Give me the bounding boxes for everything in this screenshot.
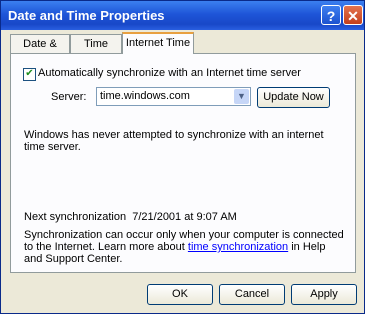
- tab-date-time[interactable]: Date & Time: [10, 34, 70, 68]
- next-sync-label: Next synchronization: [24, 211, 127, 223]
- chevron-down-icon[interactable]: ▼: [234, 89, 249, 104]
- help-button[interactable]: ?: [321, 5, 341, 25]
- server-combobox[interactable]: time.windows.com ▼: [96, 87, 251, 106]
- next-sync-row: Next synchronization 7/21/2001 at 9:07 A…: [24, 211, 237, 223]
- update-now-button[interactable]: Update Now: [257, 87, 330, 108]
- apply-button[interactable]: Apply: [291, 284, 357, 305]
- info-text: Synchronization can occur only when your…: [24, 229, 346, 265]
- window-title: Date and Time Properties: [8, 8, 165, 23]
- server-value: time.windows.com: [100, 90, 190, 102]
- title-bar[interactable]: Date and Time Properties ? ✕: [1, 1, 364, 30]
- dialog-window: Date and Time Properties ? ✕ Date & Time…: [0, 0, 365, 314]
- cancel-button[interactable]: Cancel: [219, 284, 285, 305]
- tab-internet-time[interactable]: Internet Time: [122, 32, 194, 54]
- auto-sync-label[interactable]: Automatically synchronize with an Intern…: [38, 67, 301, 79]
- close-button[interactable]: ✕: [343, 5, 363, 25]
- tab-time-zone[interactable]: Time Zone: [70, 34, 122, 68]
- time-sync-link[interactable]: time synchronization: [188, 241, 288, 253]
- next-sync-time: at 9:07 AM: [184, 211, 237, 223]
- server-label: Server:: [51, 91, 87, 103]
- auto-sync-checkbox[interactable]: ✔: [23, 68, 36, 81]
- status-message: Windows has never attempted to synchroni…: [24, 129, 324, 153]
- next-sync-date: 7/21/2001: [132, 211, 182, 223]
- ok-button[interactable]: OK: [147, 284, 213, 305]
